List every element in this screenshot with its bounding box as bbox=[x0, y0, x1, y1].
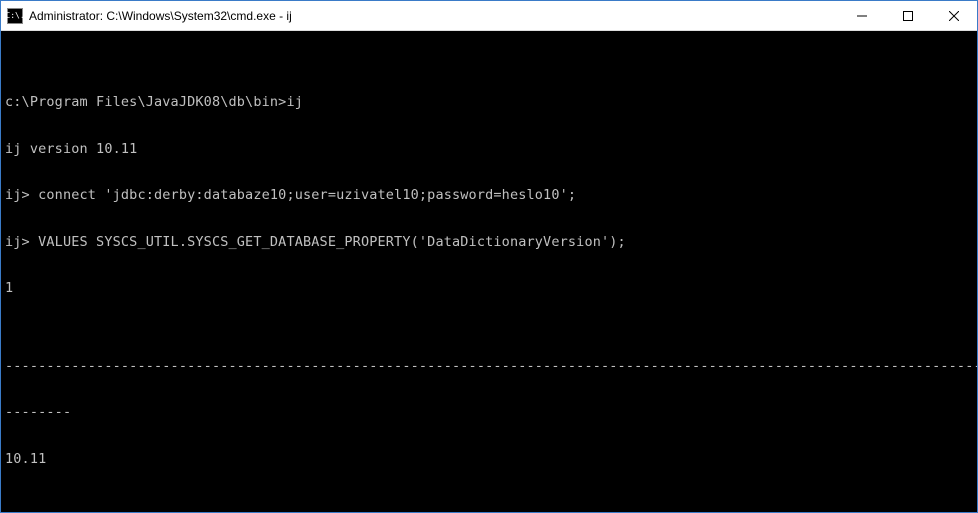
terminal-line: ij version 10.11 bbox=[5, 142, 973, 158]
terminal-output[interactable]: c:\Program Files\JavaJDK08\db\bin>ij ij … bbox=[1, 31, 977, 512]
window-title: Administrator: C:\Windows\System32\cmd.e… bbox=[29, 9, 839, 23]
minimize-button[interactable] bbox=[839, 1, 885, 30]
terminal-line: ----------------------------------------… bbox=[5, 359, 973, 375]
terminal-line: c:\Program Files\JavaJDK08\db\bin>ij bbox=[5, 95, 973, 111]
terminal-line: 1 bbox=[5, 281, 973, 297]
window-controls bbox=[839, 1, 977, 30]
close-icon bbox=[949, 11, 959, 21]
close-button[interactable] bbox=[931, 1, 977, 30]
terminal-line: 10.11 bbox=[5, 452, 973, 468]
terminal-line: ij> VALUES SYSCS_UTIL.SYSCS_GET_DATABASE… bbox=[5, 235, 973, 251]
maximize-button[interactable] bbox=[885, 1, 931, 30]
minimize-icon bbox=[857, 11, 867, 21]
terminal-line: -------- bbox=[5, 405, 973, 421]
terminal-line: ij> connect 'jdbc:derby:databaze10;user=… bbox=[5, 188, 973, 204]
cmd-icon: C:\. bbox=[7, 8, 23, 24]
maximize-icon bbox=[903, 11, 913, 21]
titlebar: C:\. Administrator: C:\Windows\System32\… bbox=[1, 1, 977, 31]
